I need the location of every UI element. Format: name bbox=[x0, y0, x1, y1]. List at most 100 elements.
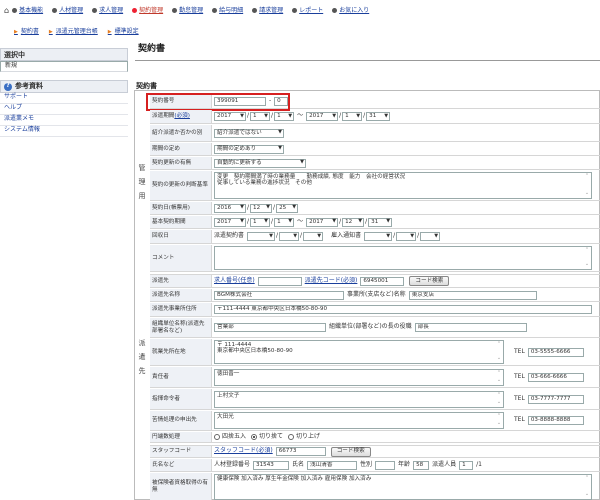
chevron-down-icon: ▼ bbox=[264, 218, 269, 225]
kihon-start-year-select[interactable]: 2017 ▼ bbox=[214, 217, 246, 227]
koshin-umu-select[interactable]: 自動的に更新する ▼ bbox=[214, 158, 306, 168]
nav-keiyaku[interactable]: 契約管理 bbox=[132, 7, 163, 15]
office-label: 事業所(支店など)名称 bbox=[347, 290, 406, 298]
nav-kyujin[interactable]: 求人管理 bbox=[92, 7, 123, 15]
kaishu-haken-day-select[interactable]: ▼ bbox=[303, 232, 324, 241]
kyujin-link[interactable]: 求人番号(任意) bbox=[214, 277, 255, 285]
chevron-down-icon: ▼ bbox=[288, 112, 293, 119]
kaishu-tsuchi-year-select[interactable]: ▼ bbox=[364, 232, 393, 241]
hakensaki-code-link[interactable]: 派遣先コード(必須) bbox=[305, 277, 358, 285]
hoken-textarea[interactable]: 健康保険 加入済み 厚生年金保険 加入済み 雇用保険 加入済み ⌃ ⌄ bbox=[214, 474, 592, 500]
office-input[interactable]: 東京支店 bbox=[408, 290, 537, 300]
shugyo-tel-input[interactable]: 03-5555-6666 bbox=[527, 347, 584, 357]
soshiki-pos-input[interactable]: 部長 bbox=[414, 323, 527, 332]
shiki-textarea[interactable]: 上村文子 ⌃ ⌄ bbox=[214, 390, 504, 408]
nav-report[interactable]: レポート bbox=[292, 7, 323, 15]
nav-kyuyo[interactable]: 給与明細 bbox=[212, 7, 243, 15]
kihon-start-day-select[interactable]: 1 ▼ bbox=[274, 217, 295, 227]
scrollbar[interactable]: ⌃ ⌄ bbox=[496, 370, 502, 384]
group-kanri: 管 理 用 bbox=[138, 163, 146, 201]
hakensaki-addr-input[interactable]: 〒111-4444 東京都中央区日本橋50-80-90 bbox=[214, 305, 592, 314]
row-shokai: 紹介派遣か否かの別 紹介派遣ではない ▼ bbox=[150, 125, 600, 142]
sidebar-link-sysinfo[interactable]: システム情報 bbox=[0, 126, 128, 137]
period-end-year-select[interactable]: 2017 ▼ bbox=[306, 112, 339, 121]
row-comment: コメント ⌃ ⌄ bbox=[150, 245, 600, 272]
sidebar-link-support[interactable]: サポート bbox=[0, 93, 128, 104]
kikan-sadame-select[interactable]: 期間の定めあり ▼ bbox=[214, 144, 284, 154]
subnav-hyojun[interactable]: ▶ 標準設定 bbox=[107, 28, 139, 36]
period-end-day-select[interactable]: 31 ▼ bbox=[366, 112, 391, 121]
hakensaki-search-button[interactable]: コード検索 bbox=[409, 276, 450, 286]
triangle-icon: ▶ bbox=[107, 28, 112, 35]
scrollbar[interactable]: ⌃ ⌄ bbox=[496, 413, 502, 427]
scrollbar[interactable]: ⌃ ⌄ bbox=[496, 341, 502, 362]
scrollbar[interactable]: ⌃ ⌄ bbox=[496, 392, 502, 406]
scrollbar[interactable]: ⌃ ⌄ bbox=[584, 173, 590, 197]
kihon-end-month-select[interactable]: 12 ▼ bbox=[342, 217, 365, 227]
label-shokai: 紹介派遣か否かの別 bbox=[150, 125, 212, 141]
jinzai-input[interactable]: 31543 bbox=[253, 460, 290, 470]
sekinin-textarea[interactable]: 徳田晋一 ⌃ ⌄ bbox=[214, 368, 504, 386]
sidebar: 選択中 新規 ? 参考資料 サポート ヘルプ 派遣業メモ システム情報 bbox=[0, 48, 128, 137]
label-hakensaki-addr: 派遣先事業所住所 bbox=[150, 303, 212, 316]
sekinin-tel-input[interactable]: 03-666-6666 bbox=[527, 372, 584, 382]
row-shugyo: 就業先所在地 〒 111-4444 東京都中央区日本橋50-80-90 ⌃ ⌄ TEL… bbox=[150, 339, 600, 366]
period-start-day-select[interactable]: 1 ▼ bbox=[274, 112, 295, 121]
kaishu-haken-year-select[interactable]: ▼ bbox=[247, 232, 276, 241]
required-mark: (必須) bbox=[174, 113, 190, 120]
kihon-end-year-select[interactable]: 2017 ▼ bbox=[306, 217, 339, 227]
shiki-tel-input[interactable]: 03-7777-7777 bbox=[527, 394, 584, 404]
scrollbar[interactable]: ⌃ ⌄ bbox=[584, 475, 590, 498]
staff-search-button[interactable]: コード検索 bbox=[330, 446, 371, 457]
hasu-floor-radio[interactable] bbox=[251, 434, 258, 440]
kaishu-tsuchi-month-select[interactable]: ▼ bbox=[396, 232, 417, 241]
scroll-down-icon: ⌄ bbox=[584, 491, 590, 498]
scroll-up-icon: ⌃ bbox=[584, 247, 590, 253]
chevron-down-icon: ▼ bbox=[356, 112, 361, 119]
sidebar-link-help[interactable]: ヘルプ bbox=[0, 104, 128, 115]
period-start-year-select[interactable]: 2017 ▼ bbox=[214, 112, 246, 121]
home-icon[interactable]: ⌂ bbox=[4, 6, 9, 15]
kujo-tel-input[interactable]: 03-8888-8888 bbox=[527, 416, 584, 425]
keiyaku-year-select[interactable]: 2016 ▼ bbox=[214, 203, 246, 213]
hasu-round-radio[interactable] bbox=[214, 434, 220, 440]
sex-input[interactable] bbox=[375, 460, 396, 470]
label-shiki: 指揮命令者 bbox=[150, 389, 212, 409]
keiyaku-day-select[interactable]: 25 ▼ bbox=[276, 203, 299, 213]
koshin-kijun-textarea[interactable]: 変更 契約期間満了時の業務量 勤務成績, 態度 能力 会社の経営状況 従事してい… bbox=[214, 172, 592, 199]
hakensaki-code-input[interactable]: 6945001 bbox=[360, 276, 405, 286]
keiyaku-month-select[interactable]: 12 ▼ bbox=[250, 203, 273, 213]
nav-seikyu[interactable]: 請求管理 bbox=[252, 7, 283, 15]
subnav-daicho[interactable]: ▶ 派遣元管理台帳 bbox=[49, 28, 98, 36]
shugyo-textarea[interactable]: 〒 111-4444 東京都中央区日本橋50-80-90 ⌃ ⌄ bbox=[214, 340, 504, 364]
nav-favorites[interactable]: お気に入り bbox=[332, 7, 369, 15]
kaishu-haken-month-select[interactable]: ▼ bbox=[279, 232, 300, 241]
scrollbar[interactable]: ⌃ ⌄ bbox=[584, 247, 590, 268]
kujo-textarea[interactable]: 大田光 ⌃ ⌄ bbox=[214, 412, 504, 429]
nav-jinzai[interactable]: 人材管理 bbox=[52, 7, 83, 15]
subnav-keiyakusho[interactable]: ▶ 契約書 bbox=[14, 28, 39, 36]
kaishu-tsuchi-day-select[interactable]: ▼ bbox=[420, 232, 441, 241]
nav-kihon[interactable]: 基本機能 bbox=[12, 7, 43, 15]
period-start-month-select[interactable]: 1 ▼ bbox=[250, 112, 271, 121]
shokai-select[interactable]: 紹介派遣ではない ▼ bbox=[214, 128, 284, 138]
sidebar-link-memo[interactable]: 派遣業メモ bbox=[0, 115, 128, 126]
count-input[interactable]: 1 bbox=[459, 460, 474, 470]
chevron-down-icon: ▼ bbox=[300, 159, 304, 166]
hasu-ceil-radio[interactable] bbox=[288, 434, 295, 440]
kihon-start-month-select[interactable]: 1 ▼ bbox=[250, 217, 271, 227]
soshiki-input[interactable]: 営業部 bbox=[214, 323, 326, 332]
staff-code-link[interactable]: スタッフコード(必須) bbox=[214, 447, 273, 455]
hakensaki-name-input[interactable]: BGM株式会社 bbox=[214, 290, 344, 300]
nav-kintai[interactable]: 勤怠管理 bbox=[172, 7, 203, 15]
age-input[interactable]: 58 bbox=[413, 460, 430, 470]
chevron-down-icon: ▼ bbox=[332, 218, 337, 225]
kihon-end-day-select[interactable]: 31 ▼ bbox=[368, 217, 393, 227]
comment-textarea[interactable]: ⌃ ⌄ bbox=[214, 246, 592, 270]
kyujin-input[interactable] bbox=[257, 276, 302, 286]
name-input[interactable]: 浅山清香 bbox=[307, 460, 358, 470]
label-koshin-umu: 契約更新の有無 bbox=[150, 157, 212, 169]
staff-code-input[interactable]: 66773 bbox=[275, 447, 326, 456]
period-end-month-select[interactable]: 1 ▼ bbox=[342, 112, 363, 121]
chevron-down-icon: ▼ bbox=[264, 112, 269, 119]
